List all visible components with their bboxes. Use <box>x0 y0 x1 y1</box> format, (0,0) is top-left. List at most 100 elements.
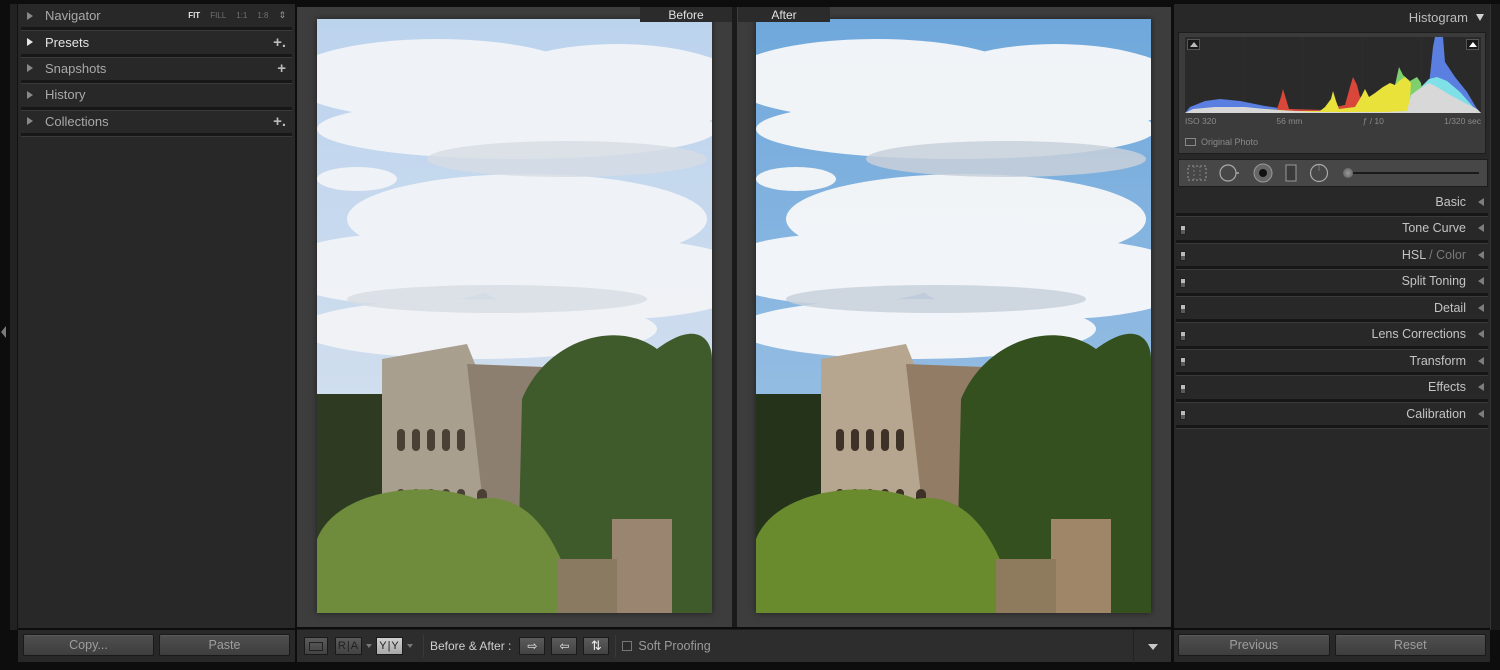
panel-toggle-switch[interactable] <box>1180 251 1186 261</box>
panel-effects[interactable]: Effects <box>1176 376 1488 403</box>
panel-label: Basic <box>1435 194 1466 209</box>
before-after-label: Before & After : <box>430 639 512 653</box>
adjustment-brush-slider[interactable] <box>1343 166 1479 180</box>
right-panel: Histogram ISO 320 56 mm ƒ / 10 1/320 sec… <box>1174 4 1490 628</box>
panel-split-toning[interactable]: Split Toning <box>1176 270 1488 297</box>
left-panel-scroll-strip <box>10 4 18 630</box>
radial-filter-icon[interactable] <box>1309 163 1329 183</box>
panel-hsl-color[interactable]: HSL / Color <box>1176 243 1488 270</box>
red-eye-correction-icon[interactable] <box>1253 163 1273 183</box>
copy-before-to-after-button[interactable]: ⇨ <box>519 637 546 655</box>
expand-triangle-icon <box>1478 383 1484 391</box>
expand-triangle-icon <box>1478 250 1484 259</box>
focal-length-value: 56 mm <box>1276 116 1303 126</box>
original-photo-checkbox[interactable] <box>1185 138 1196 146</box>
split-layout-dropdown-icon[interactable] <box>407 644 413 648</box>
after-pane: After <box>737 7 1171 627</box>
adjustment-brush-icon[interactable] <box>1343 168 1353 178</box>
soft-proofing-checkbox[interactable] <box>622 641 633 651</box>
panel-toggle-switch[interactable] <box>1180 277 1186 288</box>
panel-presets[interactable]: Presets +. <box>21 30 292 59</box>
crop-overlay-icon[interactable] <box>1187 165 1207 181</box>
zoom-fill[interactable]: FILL <box>210 11 226 20</box>
arrow-right-icon: ⇨ <box>527 639 538 653</box>
highlight-clipping-toggle[interactable] <box>1466 39 1479 50</box>
loupe-view-button[interactable] <box>304 637 328 655</box>
panel-lens-corrections[interactable]: Lens Corrections <box>1176 323 1488 350</box>
panel-label: Detail <box>1434 300 1466 315</box>
before-after-split-button[interactable]: Y|Y <box>376 637 403 655</box>
hsl-tab[interactable]: HSL <box>1402 248 1426 262</box>
panel-basic[interactable]: Basic <box>1176 190 1488 217</box>
soft-proofing-toggle[interactable]: Soft Proofing <box>622 639 711 653</box>
after-photo[interactable] <box>756 19 1151 613</box>
histogram-graph[interactable] <box>1185 37 1481 113</box>
panel-toggle-switch[interactable] <box>1180 357 1186 367</box>
right-panel-scrollbar[interactable] <box>1490 4 1500 630</box>
color-tab[interactable]: / Color <box>1426 248 1466 262</box>
add-preset-icon[interactable]: +. <box>273 34 286 51</box>
panel-snapshots[interactable]: Snapshots + <box>21 57 292 85</box>
add-collection-icon[interactable]: +. <box>273 113 286 130</box>
expand-triangle-icon <box>1478 224 1484 232</box>
panel-label: Presets <box>45 34 90 50</box>
before-after-side-by-side-button[interactable]: R|A <box>335 637 362 655</box>
expand-triangle-icon <box>1478 330 1484 338</box>
add-snapshot-icon[interactable]: + <box>277 60 286 77</box>
panel-navigator[interactable]: Navigator FIT FILL 1:1 1:8 ⇕ <box>21 4 292 32</box>
panel-toggle-switch[interactable] <box>1180 410 1186 420</box>
collapse-left-arrow-icon[interactable] <box>1 326 6 338</box>
left-panel-footer: Copy... Paste <box>18 630 295 662</box>
panel-transform[interactable]: Transform <box>1176 349 1488 376</box>
panel-label: Calibration <box>1406 406 1466 421</box>
collapse-triangle-icon <box>1476 14 1484 21</box>
panel-calibration[interactable]: Calibration <box>1176 402 1488 429</box>
shadow-clipping-toggle[interactable] <box>1187 39 1200 50</box>
expand-triangle-icon <box>27 117 33 126</box>
panel-toggle-switch[interactable] <box>1180 304 1186 314</box>
iso-value: ISO 320 <box>1185 116 1217 126</box>
toolbar-content-menu[interactable] <box>1133 630 1171 663</box>
left-panel: Navigator FIT FILL 1:1 1:8 ⇕ Presets +. … <box>18 4 295 628</box>
swap-before-after-button[interactable]: ⇅ <box>583 637 610 655</box>
shutter-speed-value: 1/320 sec <box>1444 116 1481 126</box>
expand-triangle-icon <box>27 90 33 99</box>
original-photo-toggle[interactable]: Original Photo <box>1185 137 1258 147</box>
expand-triangle-icon <box>1478 303 1484 312</box>
before-photo[interactable] <box>317 19 712 613</box>
chevron-down-icon <box>1147 643 1158 650</box>
reset-button[interactable]: Reset <box>1334 634 1486 656</box>
original-photo-label: Original Photo <box>1201 137 1259 147</box>
panel-label: Navigator <box>45 8 101 24</box>
panel-label: Effects <box>1428 380 1466 394</box>
zoom-1-1[interactable]: 1:1 <box>236 11 247 20</box>
zoom-1-8[interactable]: 1:8 <box>257 11 268 20</box>
panel-detail[interactable]: Detail <box>1176 296 1488 323</box>
before-after-layout-dropdown-icon[interactable] <box>366 644 372 648</box>
spot-removal-icon[interactable] <box>1219 164 1241 182</box>
previous-button[interactable]: Previous <box>1178 634 1330 656</box>
right-panel-footer: Previous Reset <box>1174 630 1490 662</box>
panel-toggle-switch[interactable] <box>1180 224 1186 235</box>
zoom-stepper-icon[interactable]: ⇕ <box>278 10 286 21</box>
graduated-filter-icon[interactable] <box>1285 164 1297 182</box>
tool-strip <box>1178 159 1488 187</box>
histogram-chart <box>1185 37 1481 113</box>
copy-button[interactable]: Copy... <box>23 634 154 656</box>
colosseum-photo-before <box>317 19 712 613</box>
panel-label: Tone Curve <box>1402 221 1466 235</box>
zoom-fit[interactable]: FIT <box>188 11 200 20</box>
expand-triangle-icon <box>1478 277 1484 285</box>
histogram-title: Histogram <box>1408 10 1468 25</box>
toolbar-separator <box>423 635 424 657</box>
histogram-header[interactable]: Histogram <box>1409 10 1484 25</box>
panel-tone-curve[interactable]: Tone Curve <box>1176 217 1488 244</box>
panel-toggle-switch[interactable] <box>1180 330 1186 341</box>
copy-after-to-before-button[interactable]: ⇦ <box>551 637 578 655</box>
center-toolbar: R|A Y|Y Before & After : ⇨ ⇦ ⇅ Soft Proo… <box>297 629 1171 663</box>
panel-history[interactable]: History <box>21 83 292 111</box>
expand-triangle-icon <box>27 38 33 47</box>
paste-button[interactable]: Paste <box>159 634 290 656</box>
panel-collections[interactable]: Collections +. <box>21 110 292 138</box>
panel-toggle-switch[interactable] <box>1180 383 1186 394</box>
